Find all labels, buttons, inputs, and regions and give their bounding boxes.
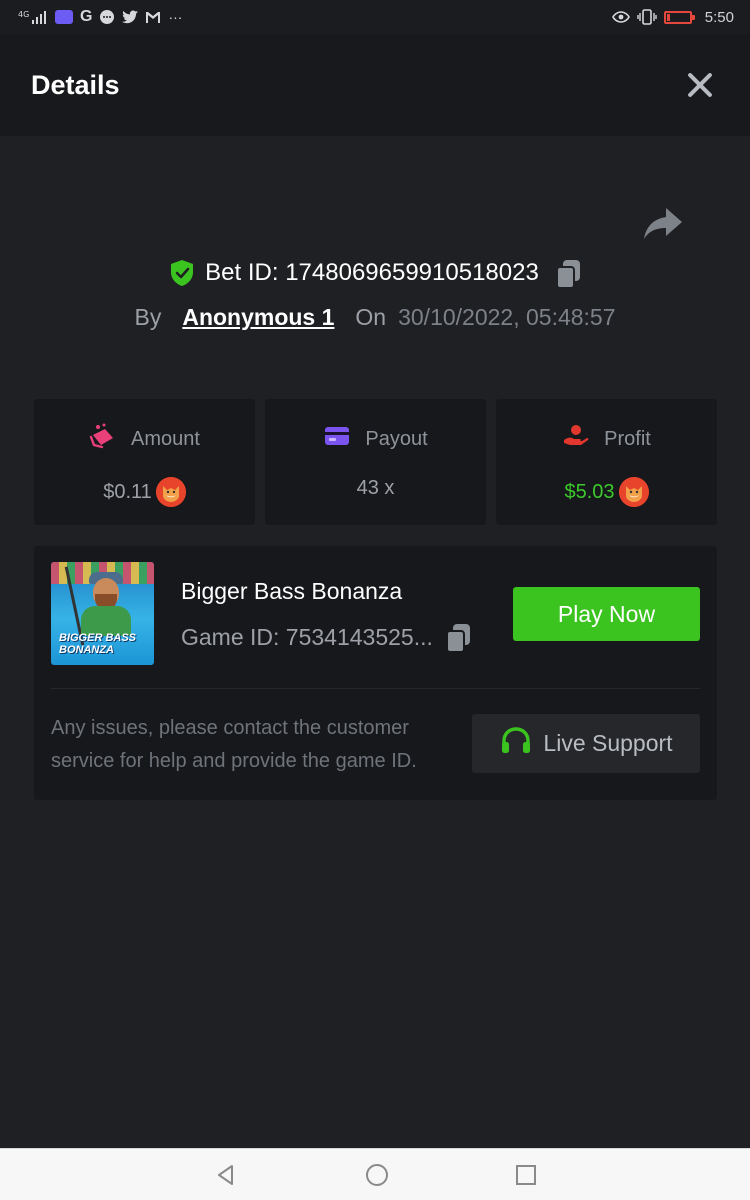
copy-game-id-icon[interactable]: [445, 622, 471, 653]
shib-coin-icon: [155, 477, 186, 507]
game-id-row: Game ID: 7534143525...: [181, 622, 471, 653]
signal-icon: 4G: [18, 9, 48, 25]
details-header: Details: [0, 34, 750, 136]
game-card: BIGGER BASS BONANZA Bigger Bass Bonanza …: [34, 546, 717, 800]
vibrate-icon: [637, 9, 657, 25]
bet-date: 30/10/2022, 05:48:57: [398, 304, 616, 330]
messenger-icon: [55, 10, 73, 24]
eye-icon: [611, 11, 630, 23]
more-notifications: ···: [168, 9, 183, 25]
status-right: 5:50: [611, 8, 734, 26]
divider: [51, 688, 700, 689]
profit-icon: [562, 423, 590, 455]
profit-value: $5.03: [564, 480, 615, 503]
chat-icon: [99, 9, 115, 25]
live-support-button[interactable]: Live Support: [472, 714, 700, 773]
verified-shield-icon: [169, 259, 195, 287]
headset-icon: [499, 726, 533, 762]
payout-value: 43 x: [356, 477, 395, 499]
battery-icon: [663, 10, 695, 24]
thumbnail-title: BIGGER BASS BONANZA: [59, 632, 137, 656]
play-now-button[interactable]: Play Now: [513, 587, 700, 641]
share-icon[interactable]: [640, 204, 684, 244]
shib-coin-icon: [618, 477, 649, 507]
g-icon: G: [80, 8, 93, 25]
stat-amount: Amount $0.11: [34, 399, 255, 525]
twitter-icon: [122, 10, 139, 24]
game-id-text: Game ID: 7534143525...: [181, 623, 433, 650]
back-icon[interactable]: [214, 1163, 238, 1187]
game-thumbnail[interactable]: BIGGER BASS BONANZA: [51, 562, 154, 665]
status-left: 4G G ···: [18, 8, 182, 26]
system-nav-bar: [0, 1148, 750, 1200]
status-bar: 4G G ··· 5:50: [0, 0, 750, 34]
page-title: Details: [31, 69, 120, 100]
bet-meta-row: By Anonymous 1 On 30/10/2022, 05:48:57: [0, 304, 750, 331]
payout-label: Payout: [365, 427, 428, 450]
payout-card-icon: [323, 423, 351, 455]
amount-icon: [89, 423, 117, 455]
gmail-icon: [145, 11, 161, 24]
profit-label: Profit: [604, 427, 651, 450]
user-link[interactable]: Anonymous 1: [182, 304, 334, 331]
stat-profit: Profit $5.03: [496, 399, 717, 525]
svg-text:4G: 4G: [18, 10, 29, 19]
copy-bet-id-icon[interactable]: [555, 258, 581, 289]
amount-label: Amount: [131, 427, 200, 450]
bet-id-text: Bet ID: 1748069659910518023: [205, 259, 539, 286]
clock: 5:50: [704, 8, 734, 26]
stat-payout: Payout 43 x: [265, 399, 486, 525]
bet-id-row: Bet ID: 1748069659910518023: [0, 258, 750, 289]
home-icon[interactable]: [366, 1163, 388, 1186]
recent-apps-icon[interactable]: [516, 1164, 536, 1185]
on-label: On: [355, 304, 387, 330]
close-icon[interactable]: [686, 71, 714, 99]
support-hint: Any issues, please contact the customer …: [51, 717, 417, 772]
live-support-label: Live Support: [543, 730, 673, 756]
game-name: Bigger Bass Bonanza: [181, 578, 403, 604]
amount-value: $0.11: [103, 480, 152, 503]
by-label: By: [134, 304, 162, 330]
bet-stats: Amount $0.11 Payout 43 x Profit $5.03: [34, 399, 717, 525]
